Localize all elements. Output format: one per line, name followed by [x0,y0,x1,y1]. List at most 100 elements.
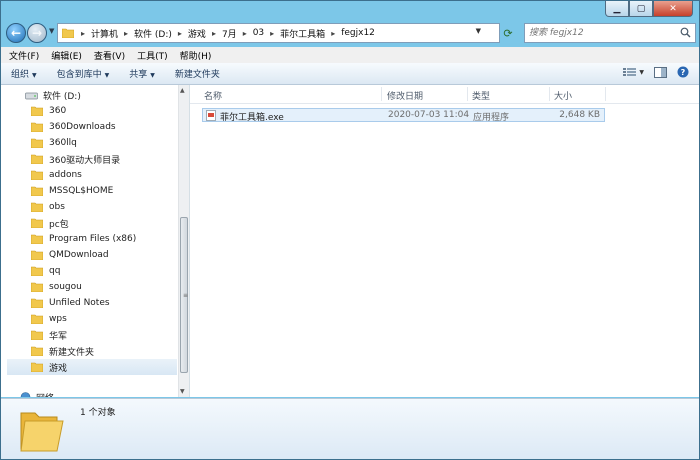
breadcrumb-drive[interactable]: 软件 (D:) [134,27,172,40]
file-name: 菲尔工具箱.exe [220,113,284,123]
column-divider[interactable] [605,87,606,101]
scrollbar-thumb[interactable]: ≡ [180,217,188,373]
minimize-button[interactable]: ▁ [605,1,629,17]
tree-item[interactable]: 360Downloads [31,119,189,135]
column-type[interactable]: 类型 [472,89,490,102]
svg-text:?: ? [681,68,686,77]
file-type: 应用程序 [473,113,510,123]
back-button[interactable]: ← [6,23,26,43]
close-button[interactable]: ✕ [653,1,693,17]
maximize-icon: ▢ [636,3,646,14]
chevron-down-icon: ▼ [104,72,110,79]
tree-item[interactable]: obs [31,199,189,215]
chevron-right-icon[interactable]: ▸ [212,29,216,38]
arrow-right-icon: → [31,26,43,40]
tree-item[interactable]: addons [31,167,189,183]
folder-icon [31,314,43,324]
column-divider[interactable] [549,87,550,101]
tree-item-label: qq [49,266,61,276]
breadcrumb-computer[interactable]: 计算机 [91,27,118,40]
chevron-right-icon[interactable]: ▸ [178,29,182,38]
folder-icon [31,186,43,196]
chevron-right-icon[interactable]: ▸ [124,29,128,38]
tree-item[interactable]: 华军 [31,327,189,343]
forward-button[interactable]: → [27,23,47,43]
search-box[interactable] [524,23,696,43]
column-size[interactable]: 大小 [554,89,572,102]
tree-item[interactable]: QMDownload [31,247,189,263]
tree-item-label: 华军 [49,331,68,342]
grip-icon: ≡ [183,292,189,299]
tree-item-label: 360llq [49,138,77,148]
drive-icon [25,92,38,99]
breadcrumb-games[interactable]: 游戏 [188,27,206,40]
chevron-down-icon: ▼ [639,68,644,76]
tree-item[interactable]: wps [31,311,189,327]
organize-button[interactable]: 组织 ▼ [11,67,37,80]
chevron-right-icon[interactable]: ▸ [270,29,274,38]
search-icon[interactable] [680,27,691,38]
tree-item[interactable]: 360llq [31,135,189,151]
tree-item-label: MSSQL$HOME [49,186,114,196]
maximize-button[interactable]: ▢ [629,1,653,17]
column-divider[interactable] [381,87,382,101]
tree-item[interactable]: MSSQL$HOME [31,183,189,199]
share-button[interactable]: 共享 ▼ [129,67,155,80]
include-in-library-button[interactable]: 包含到库中 ▼ [57,67,110,80]
tree-item-selected[interactable]: 游戏 [7,359,177,375]
change-view-button[interactable]: ▼ [623,67,644,77]
chevron-right-icon[interactable]: ▸ [331,29,335,38]
column-modified[interactable]: 修改日期 [387,89,423,102]
folder-icon [20,412,64,452]
tree-item-label: 360 [49,106,67,116]
column-header: 名称 修改日期 类型 大小 [190,85,699,104]
folder-icon [31,346,43,356]
search-input[interactable] [529,26,669,40]
file-size: 2,648 KB [559,110,600,120]
share-label: 共享 [129,70,148,80]
preview-pane-icon[interactable] [654,66,667,78]
menu-tools[interactable]: 工具(T) [137,49,168,62]
menu-view[interactable]: 查看(V) [94,49,125,62]
tree-item-label: addons [49,170,82,180]
tree-drive-label: 软件 (D:) [43,91,81,102]
file-list: 名称 修改日期 类型 大小 菲尔工具箱.exe 2020-07-03 11:04… [190,85,699,397]
folder-icon [31,122,43,132]
column-name[interactable]: 名称 [204,89,222,102]
column-divider[interactable] [467,87,468,101]
tree-item[interactable]: Unfiled Notes [31,295,189,311]
menu-file[interactable]: 文件(F) [9,49,39,62]
tree-item[interactable]: 360 [31,103,189,119]
address-bar[interactable]: ▸ 计算机 ▸ 软件 (D:) ▸ 游戏 ▸ 7月 ▸ 03 ▸ 菲尔工具箱 ▸ fegjx… [57,23,513,43]
tree-drive[interactable]: 软件 (D:) [25,87,189,103]
details-view-icon [623,68,637,76]
address-history-dropdown[interactable]: ▼ [476,27,481,35]
close-icon: ✕ [669,3,677,14]
scroll-down-icon[interactable]: ▼ [180,388,185,395]
tree-item[interactable]: Program Files (x86) [31,231,189,247]
tree-item[interactable]: qq [31,263,189,279]
help-icon[interactable]: ? [677,66,689,78]
breadcrumb-current[interactable]: fegjx12 [341,28,375,38]
new-folder-button[interactable]: 新建文件夹 [175,67,220,80]
recent-pages-dropdown[interactable]: ▼ [49,27,54,35]
breadcrumb-toolbox[interactable]: 菲尔工具箱 [280,27,325,40]
tree-item-label: wps [49,314,67,324]
tree-item[interactable]: 新建文件夹 [31,343,189,359]
breadcrumb-03[interactable]: 03 [253,28,264,38]
refresh-button[interactable]: ⟳ [500,25,516,41]
tree-item[interactable]: 360驱动大师目录 [31,151,189,167]
menu-edit[interactable]: 编辑(E) [51,49,82,62]
scroll-up-icon[interactable]: ▲ [180,87,185,94]
tree-network[interactable]: 网络 [19,389,189,398]
chevron-right-icon[interactable]: ▸ [81,29,85,38]
navigation-scrollbar[interactable]: ▲ ≡ ▼ [178,85,189,397]
menu-help[interactable]: 帮助(H) [180,49,212,62]
chevron-right-icon[interactable]: ▸ [243,29,247,38]
breadcrumb-july[interactable]: 7月 [222,27,237,40]
table-row[interactable]: 菲尔工具箱.exe 2020-07-03 11:04 应用程序 2,648 KB [202,108,605,123]
tree-item[interactable]: pc包 [31,215,189,231]
tree-network-label: 网络 [36,391,54,398]
new-folder-label: 新建文件夹 [174,70,220,80]
tree-item[interactable]: sougou [31,279,189,295]
